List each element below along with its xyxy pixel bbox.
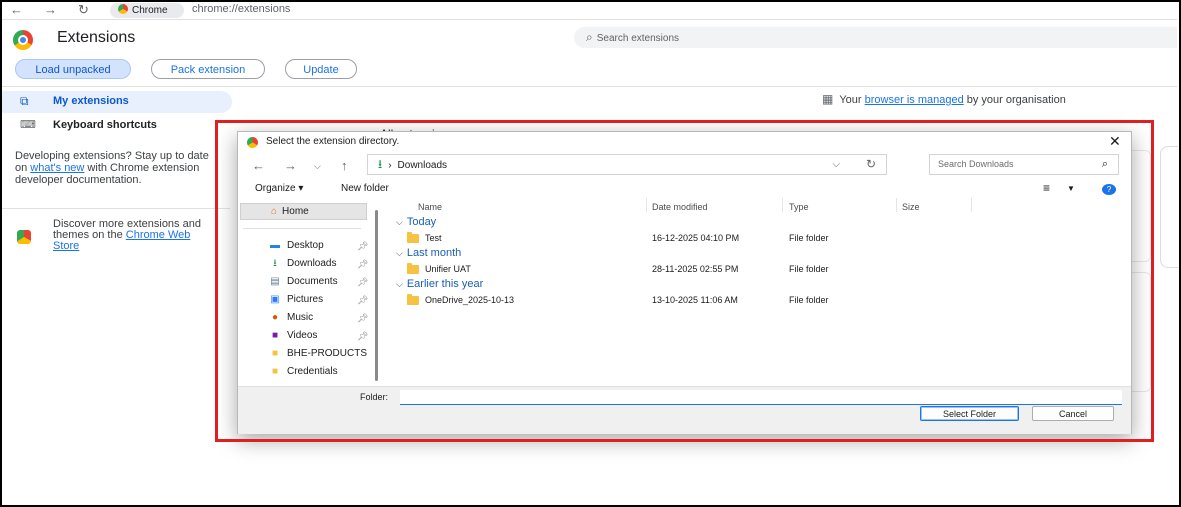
pack-extension-button[interactable]: Pack extension bbox=[151, 59, 265, 79]
site-chip-label: Chrome bbox=[132, 5, 168, 16]
browser-managed-link[interactable]: browser is managed bbox=[865, 94, 964, 106]
search-icon: ⌕ bbox=[586, 30, 593, 44]
keyboard-icon: ⌨ bbox=[20, 119, 36, 131]
web-store-icon bbox=[17, 230, 31, 244]
building-icon: ▦ bbox=[822, 92, 834, 106]
chrome-logo-icon bbox=[13, 30, 33, 50]
sidebar-item-keyboard-shortcuts[interactable]: ⌨ Keyboard shortcuts bbox=[2, 119, 232, 135]
forward-icon[interactable]: → bbox=[44, 2, 57, 17]
sidebar-divider bbox=[2, 208, 230, 209]
managed-text-part: Your bbox=[839, 94, 865, 106]
whats-new-link[interactable]: what's new bbox=[30, 162, 84, 174]
search-extensions-input[interactable]: ⌕ Search extensions bbox=[574, 27, 1177, 48]
developer-info-text: Developing extensions? Stay up to date o… bbox=[15, 150, 210, 186]
puzzle-icon: ⧉ bbox=[20, 94, 29, 108]
sidebar-item-my-extensions[interactable]: ⧉ My extensions bbox=[2, 91, 232, 113]
site-chip[interactable]: Chrome bbox=[110, 3, 184, 18]
update-button[interactable]: Update bbox=[285, 59, 357, 79]
managed-notice: ▦ Your browser is managed by your organis… bbox=[822, 92, 1066, 106]
address-bar-url[interactable]: chrome://extensions bbox=[192, 3, 290, 15]
sidebar-item-label: Keyboard shortcuts bbox=[53, 119, 157, 131]
reload-icon[interactable]: ↻ bbox=[78, 2, 89, 18]
web-store-text: Discover more extensions and themes on t… bbox=[53, 219, 213, 252]
page-title: Extensions bbox=[57, 29, 136, 46]
chrome-icon bbox=[118, 4, 128, 14]
back-icon[interactable]: ← bbox=[10, 2, 23, 17]
load-unpacked-button[interactable]: Load unpacked bbox=[15, 59, 131, 79]
extension-card bbox=[1160, 146, 1178, 268]
header-divider bbox=[2, 86, 1177, 87]
managed-text-part: by your organisation bbox=[963, 94, 1066, 106]
search-placeholder: Search extensions bbox=[596, 33, 680, 44]
sidebar-item-label: My extensions bbox=[53, 95, 129, 107]
browser-toolbar: ← → ↻ Chrome chrome://extensions bbox=[2, 2, 1177, 20]
highlight-box bbox=[215, 120, 1154, 442]
